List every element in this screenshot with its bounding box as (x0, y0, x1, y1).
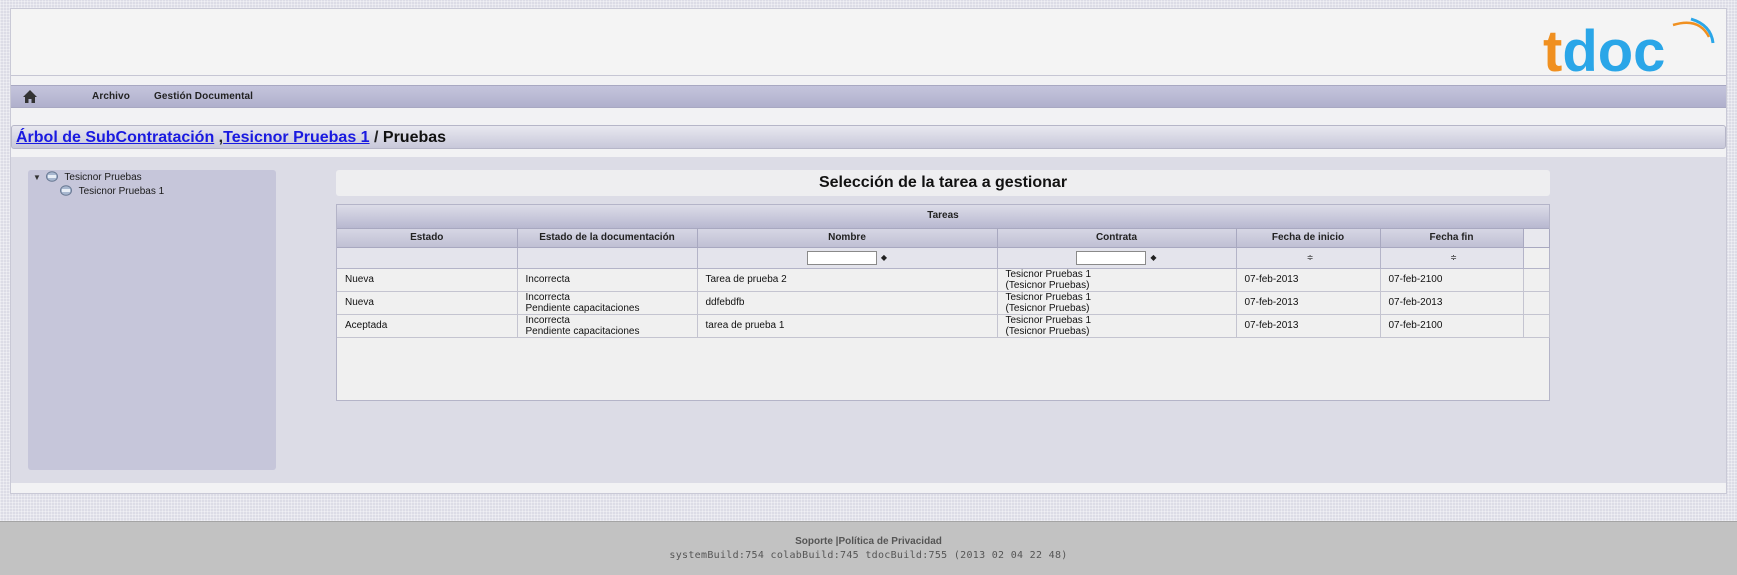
table-row[interactable]: Aceptada Incorrecta Pendiente capacitacio… (337, 314, 1550, 338)
cell-contrata: Tesicnor Pruebas 1 (Tesicnor Pruebas) (997, 268, 1237, 292)
grid-caption: Tareas (337, 205, 1549, 229)
cell-fecha-inicio: 07-feb-2013 (1236, 268, 1381, 292)
folder-icon (60, 185, 72, 196)
column-header-fecha-inicio[interactable]: Fecha de inicio (1236, 229, 1381, 248)
column-header-contrata[interactable]: Contrata (997, 229, 1237, 248)
breadcrumb-current: Pruebas (382, 129, 447, 146)
cell-nombre: ddfebdfb (697, 291, 998, 315)
cell-spacer (1523, 268, 1550, 292)
table-header-row: Estado Estado de la documentación Nombre… (337, 229, 1550, 248)
column-header-fecha-fin[interactable]: Fecha fin (1380, 229, 1524, 248)
tdoc-logo: tdoc (1543, 17, 1715, 81)
cell-fecha-fin: 07-feb-2013 (1380, 291, 1524, 315)
tree-node-label[interactable]: Tesicnor Pruebas 1 (79, 186, 165, 197)
filter-cell-inicio: ≑ (1236, 247, 1381, 269)
filter-input-nombre[interactable] (806, 250, 877, 265)
table-row[interactable]: Nueva Incorrecta Tarea de prueba 2 Tesic… (337, 268, 1550, 292)
filter-cell-contrata: ◆ (997, 247, 1237, 269)
home-icon[interactable] (22, 89, 38, 104)
breadcrumb-separator: , (214, 129, 224, 146)
cell-spacer (1523, 291, 1550, 315)
contrata-line: (Tesicnor Pruebas) (1005, 279, 1090, 291)
build-info: systemBuild:754 colabBuild:745 tdocBuild… (669, 550, 1068, 561)
cell-contrata: Tesicnor Pruebas 1 (Tesicnor Pruebas) (997, 291, 1237, 315)
footer-link-privacidad[interactable]: Política de Privacidad (838, 536, 941, 547)
tree-toggle-icon[interactable]: ▼ (33, 173, 43, 182)
header: tdoc (11, 9, 1726, 81)
cell-estado: Nueva (337, 291, 518, 315)
footer-link-soporte[interactable]: Soporte (795, 536, 833, 547)
folder-icon (45, 171, 58, 182)
cell-fecha-fin: 07-feb-2100 (1380, 268, 1524, 292)
contrata-line: (Tesicnor Pruebas) (1005, 302, 1090, 314)
tree-node-label[interactable]: Tesicnor Pruebas (64, 172, 141, 183)
column-header-nombre[interactable]: Nombre (697, 229, 998, 248)
filter-operator-contrata[interactable]: ◆ (1150, 253, 1156, 262)
filter-input-contrata[interactable] (1076, 250, 1147, 265)
doc-status-line: Incorrecta (525, 291, 570, 303)
cell-estado-documentacion: Incorrecta (517, 268, 698, 292)
cell-fecha-inicio: 07-feb-2013 (1236, 314, 1381, 338)
menu-item-archivo[interactable]: Archivo (92, 91, 130, 102)
doc-status-line: Pendiente capacitaciones (525, 325, 640, 337)
cell-fecha-inicio: 07-feb-2013 (1236, 291, 1381, 315)
breadcrumb-link-tesicnor[interactable]: Tesicnor Pruebas 1 (223, 129, 369, 146)
tasks-grid: Tareas Estado Estado de la documentación… (336, 204, 1550, 401)
table-row[interactable]: Nueva Incorrecta Pendiente capacitaciones… (337, 291, 1550, 315)
page-title: Selección de la tarea a gestionar (336, 170, 1550, 196)
doc-status-line: Pendiente capacitaciones (525, 302, 640, 314)
cell-fecha-fin: 07-feb-2100 (1380, 314, 1524, 338)
filter-operator-nombre[interactable]: ◆ (881, 253, 887, 262)
menu-item-gestion-documental[interactable]: Gestión Documental (154, 91, 253, 102)
column-header-spacer (1523, 229, 1550, 248)
filter-cell-nombre: ◆ (697, 247, 998, 269)
contrata-line: Tesicnor Pruebas 1 (1005, 291, 1092, 303)
filter-operator-inicio[interactable]: ≑ (1307, 253, 1314, 262)
filter-operator-fin[interactable]: ≑ (1450, 253, 1457, 262)
cell-estado: Nueva (337, 268, 518, 292)
contrata-line: (Tesicnor Pruebas) (1005, 325, 1090, 337)
tree-panel: ▼ Tesicnor Pruebas Tesicnor Pruebas 1 (28, 170, 276, 470)
filter-cell (1523, 247, 1550, 269)
cell-nombre: Tarea de prueba 2 (697, 268, 998, 292)
filter-row: ◆ ◆ ≑ ≑ (337, 247, 1550, 269)
content-area: ▼ Tesicnor Pruebas Tesicnor Pruebas 1 Se… (11, 157, 1726, 483)
breadcrumb: Árbol de SubContratación ,Tesicnor Prueb… (11, 125, 1726, 149)
cell-estado-documentacion: Incorrecta Pendiente capacitaciones (517, 314, 698, 338)
tasks-table: Estado Estado de la documentación Nombre… (337, 229, 1550, 338)
column-header-estado-documentacion[interactable]: Estado de la documentación (517, 229, 698, 248)
cell-estado-documentacion: Incorrecta Pendiente capacitaciones (517, 291, 698, 315)
contrata-line: Tesicnor Pruebas 1 (1005, 268, 1092, 280)
filter-cell (337, 247, 518, 269)
cell-contrata: Tesicnor Pruebas 1 (Tesicnor Pruebas) (997, 314, 1237, 338)
footer: Soporte |Política de Privacidad systemBu… (0, 521, 1737, 575)
contrata-line: Tesicnor Pruebas 1 (1005, 314, 1092, 326)
page-container: tdoc Archivo Gestión Documental Árbol de… (10, 8, 1727, 494)
doc-status-line: Incorrecta (525, 274, 570, 285)
doc-status-line: Incorrecta (525, 314, 570, 326)
breadcrumb-separator: / (369, 129, 383, 146)
breadcrumb-link-arbol[interactable]: Árbol de SubContratación (16, 129, 214, 146)
tree-node-child[interactable]: Tesicnor Pruebas 1 (60, 185, 164, 199)
logo-letter-t: tdoc (1543, 19, 1665, 81)
menu-bar: Archivo Gestión Documental (11, 85, 1726, 108)
cell-nombre: tarea de prueba 1 (697, 314, 998, 338)
cell-spacer (1523, 314, 1550, 338)
filter-cell (517, 247, 698, 269)
column-header-estado[interactable]: Estado (337, 229, 518, 248)
cell-estado: Aceptada (337, 314, 518, 338)
filter-cell-fin: ≑ (1380, 247, 1524, 269)
tree-node-root[interactable]: ▼ Tesicnor Pruebas (33, 171, 142, 185)
